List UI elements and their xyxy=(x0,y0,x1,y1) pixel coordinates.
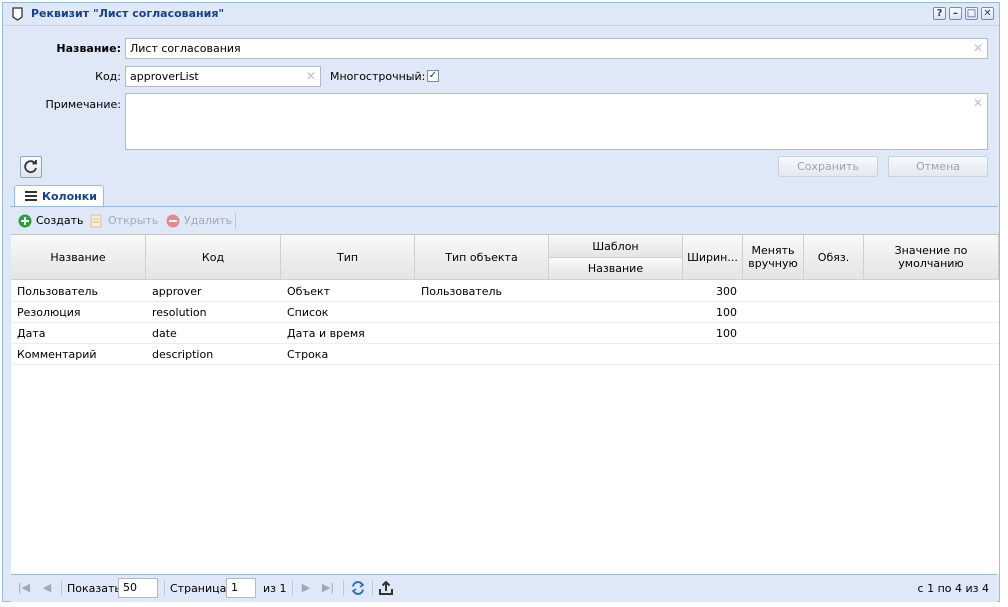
cell-name: Дата xyxy=(17,327,46,340)
create-button[interactable]: Создать xyxy=(36,214,84,227)
col-header-object-type[interactable]: Тип объекта xyxy=(415,235,549,280)
cancel-button[interactable]: Отмена xyxy=(888,156,988,177)
paging-toolbar: |◀ ◀ Показать 50 Страница 1 из 1 ▶ ▶| с … xyxy=(11,574,997,602)
table-row[interactable]: Пользователь approver Объект Пользовател… xyxy=(11,281,999,302)
col-header-template: Шаблон xyxy=(549,235,683,258)
reload-icon[interactable] xyxy=(350,580,366,596)
window-title: Реквизит "Лист согласования" xyxy=(31,7,225,20)
toolbar-separator xyxy=(235,213,236,229)
cell-type: Список xyxy=(287,306,329,319)
cell-name: Комментарий xyxy=(17,348,97,361)
col-header-width[interactable]: Ширин... xyxy=(683,235,743,280)
cell-type: Объект xyxy=(287,285,331,298)
attribute-window: Реквизит "Лист согласования" ? – □ ✕ Наз… xyxy=(2,2,1000,602)
name-value: Лист согласования xyxy=(130,42,241,55)
cell-type: Строка xyxy=(287,348,329,361)
cell-type: Дата и время xyxy=(287,327,365,340)
col-header-type[interactable]: Тип xyxy=(281,235,415,280)
open-icon[interactable] xyxy=(90,214,103,228)
export-icon[interactable] xyxy=(378,580,394,596)
page-label: Страница xyxy=(170,582,227,595)
col-header-required[interactable]: Обяз. xyxy=(804,235,864,280)
attribute-icon xyxy=(12,7,23,21)
clear-note-icon[interactable]: ✕ xyxy=(973,96,983,110)
minimize-icon[interactable]: – xyxy=(949,7,962,20)
close-icon[interactable]: ✕ xyxy=(981,7,994,20)
col-header-name[interactable]: Название xyxy=(11,235,146,280)
cell-object-type: Пользователь xyxy=(421,285,503,298)
open-button[interactable]: Открыть xyxy=(108,214,158,227)
code-field[interactable]: approverList ✕ xyxy=(125,66,321,87)
columns-grid: Название Код Тип Тип объекта Шаблон Назв… xyxy=(11,234,999,575)
table-row[interactable]: Комментарий description Строка xyxy=(11,344,999,365)
col-header-default[interactable]: Значение по умолчанию xyxy=(864,235,999,280)
next-page-icon[interactable]: ▶ xyxy=(299,581,313,595)
clear-name-icon[interactable]: ✕ xyxy=(973,41,983,55)
last-page-icon[interactable]: ▶| xyxy=(321,581,335,595)
save-button[interactable]: Сохранить xyxy=(778,156,878,177)
tab-columns-label: Колонки xyxy=(42,190,97,203)
show-label: Показать xyxy=(67,582,121,595)
cell-name: Резолюция xyxy=(17,306,81,319)
pager-separator xyxy=(61,580,62,596)
paging-summary: с 1 по 4 из 4 xyxy=(917,582,989,595)
page-size-field[interactable]: 50 xyxy=(118,578,158,598)
pager-separator xyxy=(292,580,293,596)
pager-separator xyxy=(372,580,373,596)
multiline-checkbox[interactable]: ✓ xyxy=(427,70,439,82)
page-number-value: 1 xyxy=(231,581,238,594)
help-icon[interactable]: ? xyxy=(933,7,946,20)
cell-width: 100 xyxy=(716,327,737,340)
cell-code: date xyxy=(152,327,177,340)
cell-code: resolution xyxy=(152,306,207,319)
clear-code-icon[interactable]: ✕ xyxy=(306,69,316,83)
tab-columns[interactable]: Колонки xyxy=(14,185,104,206)
delete-button[interactable]: Удалить xyxy=(184,214,232,227)
maximize-icon[interactable]: □ xyxy=(965,7,978,20)
pager-separator xyxy=(164,580,165,596)
cell-width: 300 xyxy=(716,285,737,298)
cell-code: approver xyxy=(152,285,202,298)
page-count-label: из 1 xyxy=(263,582,287,595)
cell-code: description xyxy=(152,348,214,361)
page-number-field[interactable]: 1 xyxy=(226,578,256,598)
code-value: approverList xyxy=(130,70,199,83)
note-label: Примечание: xyxy=(45,98,121,111)
name-field[interactable]: Лист согласования ✕ xyxy=(125,38,988,59)
create-icon[interactable] xyxy=(18,214,32,228)
note-textarea[interactable]: ✕ xyxy=(125,93,988,150)
col-header-template-name[interactable]: Название xyxy=(549,258,683,280)
refresh-icon xyxy=(24,160,37,174)
attribute-form: Название: Лист согласования ✕ Код: appro… xyxy=(10,26,998,181)
list-icon xyxy=(25,191,37,201)
window-titlebar[interactable]: Реквизит "Лист согласования" ? – □ ✕ xyxy=(3,3,999,26)
delete-icon[interactable] xyxy=(166,214,180,228)
cell-name: Пользователь xyxy=(17,285,99,298)
col-header-code[interactable]: Код xyxy=(146,235,281,280)
code-label: Код: xyxy=(95,70,121,83)
refresh-button[interactable] xyxy=(20,156,42,178)
tab-strip: Колонки xyxy=(10,184,998,207)
cell-width: 100 xyxy=(716,306,737,319)
page-size-value: 50 xyxy=(123,581,137,594)
pager-separator xyxy=(343,580,344,596)
table-row[interactable]: Дата date Дата и время 100 xyxy=(11,323,999,344)
table-row[interactable]: Резолюция resolution Список 100 xyxy=(11,302,999,323)
multiline-label: Многострочный: xyxy=(330,70,426,83)
grid-toolbar: Создать Открыть Удалить xyxy=(11,208,997,234)
name-label: Название: xyxy=(56,42,121,55)
first-page-icon[interactable]: |◀ xyxy=(17,581,31,595)
col-header-editable[interactable]: Менять вручную xyxy=(743,235,804,280)
prev-page-icon[interactable]: ◀ xyxy=(40,581,54,595)
